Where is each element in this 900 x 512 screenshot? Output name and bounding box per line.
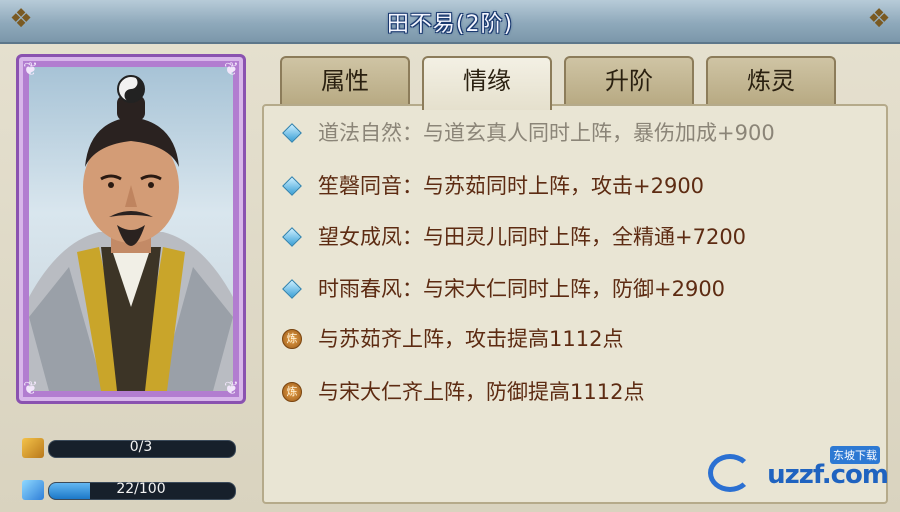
- spirit-progress-text: 22/100: [116, 481, 166, 497]
- watermark-swoosh-icon: [708, 454, 752, 492]
- diamond-icon: [282, 227, 302, 247]
- bond-item: 笙磬同音：与苏茹同时上阵，攻击+2900: [282, 169, 704, 201]
- bond-text: 与宋大仁齐上阵，防御提高1112点: [318, 380, 645, 404]
- fragment-progress-text: 0/3: [129, 439, 153, 455]
- bond-text: 笙磬同音：与苏茹同时上阵，攻击+2900: [318, 174, 705, 198]
- bond-text: 与苏茹齐上阵，攻击提高1112点: [318, 327, 624, 351]
- card-corner-ornament-icon: ❦: [223, 59, 239, 80]
- diamond-icon: [282, 176, 302, 196]
- puzzle-piece-icon: [22, 438, 44, 458]
- fragment-progress: 0/3: [22, 438, 236, 458]
- tab-advance[interactable]: 升阶: [564, 56, 694, 106]
- card-corner-ornament-icon: ❦: [23, 378, 39, 399]
- card-corner-ornament-icon: ❦: [23, 59, 39, 80]
- spirit-progress: 22/100: [22, 480, 236, 500]
- bond-item: 道法自然：与道玄真人同时上阵，暴伤加成+900: [282, 116, 775, 148]
- character-portrait-card[interactable]: ❦ ❦ ❦ ❦: [16, 54, 246, 404]
- character-window: ❖ 田不易(2阶) ❖ ❦ ❦ ❦ ❦ 0/3 22/100 属性 情缘 升阶 …: [0, 0, 900, 512]
- diamond-icon: [282, 279, 302, 299]
- tab-attributes[interactable]: 属性: [280, 56, 410, 106]
- refine-seal-icon: 炼: [282, 382, 302, 402]
- corner-ornament-icon: ❖: [867, 4, 891, 34]
- character-portrait-art: [29, 75, 233, 391]
- refine-seal-icon: 炼: [282, 329, 302, 349]
- tab-refine[interactable]: 炼灵: [706, 56, 836, 106]
- bond-item: 望女成凤：与田灵儿同时上阵，全精通+7200: [282, 220, 746, 252]
- bonds-panel: [262, 104, 888, 504]
- bond-item: 炼 与宋大仁齐上阵，防御提高1112点: [282, 375, 644, 407]
- site-watermark: 东坡下载 uzzf.com: [708, 446, 889, 496]
- bond-item: 炼 与苏茹齐上阵，攻击提高1112点: [282, 322, 623, 354]
- bond-text: 时雨春风：与宋大仁同时上阵，防御+2900: [318, 277, 726, 301]
- bond-text: 道法自然：与道玄真人同时上阵，暴伤加成+900: [318, 121, 775, 145]
- diamond-icon: [282, 123, 302, 143]
- bond-item: 时雨春风：与宋大仁同时上阵，防御+2900: [282, 272, 725, 304]
- spirit-flame-icon: [22, 480, 44, 500]
- character-portrait: [29, 67, 233, 391]
- watermark-logo: uzzf.com: [767, 460, 889, 490]
- title-bar: ❖ 田不易(2阶) ❖: [0, 0, 900, 44]
- card-corner-ornament-icon: ❦: [223, 378, 239, 399]
- window-title: 田不易(2阶): [386, 12, 514, 37]
- tab-bonds[interactable]: 情缘: [422, 56, 552, 110]
- bond-text: 望女成凤：与田灵儿同时上阵，全精通+7200: [318, 225, 747, 249]
